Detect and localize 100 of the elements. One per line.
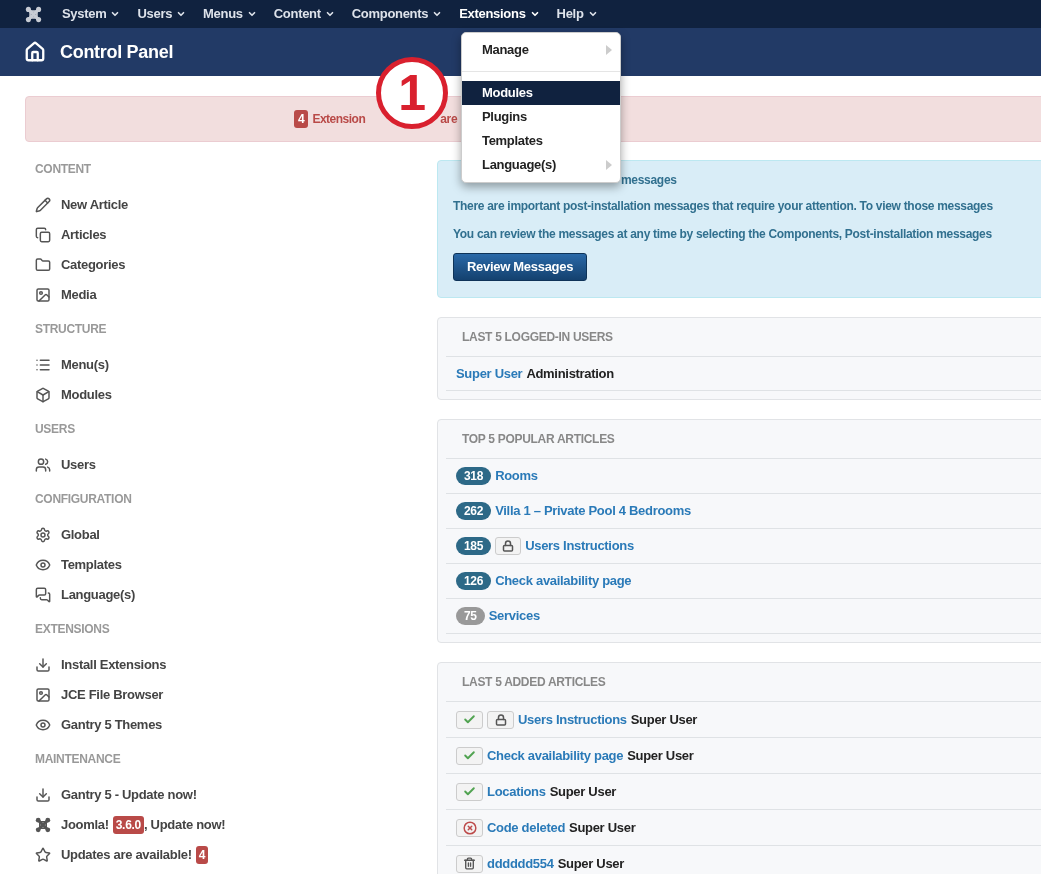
client-text: Administration: [526, 364, 614, 383]
check-icon: [463, 713, 476, 726]
star-icon: [35, 847, 51, 863]
message-text: There are important post-installation messages that require your attention. To view those messages: [453, 198, 994, 215]
nav-menu-item[interactable]: Components: [351, 4, 443, 24]
sidebar-link[interactable]: Updates are available!: [61, 845, 192, 865]
dropdown-item[interactable]: Plugins: [462, 105, 620, 129]
cube-icon: [35, 387, 51, 403]
article-link[interactable]: Code deleted: [487, 817, 566, 838]
lock-button[interactable]: [495, 537, 522, 555]
trash-icon: [463, 857, 476, 870]
author-text: Super User: [627, 746, 694, 765]
sidebar-link[interactable]: , Update now!: [143, 815, 226, 835]
count-badge: 4: [294, 110, 309, 128]
alert-text: Extension: [312, 111, 366, 128]
sidebar-link[interactable]: Menu(s): [61, 355, 109, 375]
dropdown-item[interactable]: Manage: [462, 38, 620, 62]
users-icon: [35, 457, 51, 473]
caret-icon: [176, 9, 187, 19]
dropdown-item[interactable]: Language(s): [462, 153, 620, 177]
sidebar-link[interactable]: Templates: [61, 555, 122, 575]
sidebar-link[interactable]: Media: [61, 285, 97, 305]
status-button[interactable]: [456, 746, 483, 765]
author-text: Super User: [549, 782, 617, 801]
article-link[interactable]: Check availability page: [487, 745, 624, 766]
section-heading: USERS: [35, 421, 76, 438]
article-link[interactable]: Rooms: [495, 466, 538, 486]
lock-icon: [502, 540, 515, 552]
message-title: messages: [621, 172, 677, 189]
section-heading: EXTENSIONS: [35, 621, 111, 638]
author-text: Super User: [557, 854, 624, 873]
settings-icon: [35, 527, 51, 543]
copy-icon: [35, 227, 51, 243]
article-link[interactable]: Villa 1 – Private Pool 4 Bedrooms: [495, 501, 691, 521]
x-circle-icon: [462, 820, 477, 835]
sidebar-link[interactable]: Language(s): [61, 585, 135, 605]
sidebar-link[interactable]: New Article: [61, 195, 129, 215]
author-text: Super User: [569, 818, 636, 837]
dropdown-item[interactable]: Modules: [462, 81, 620, 105]
caret-icon: [587, 9, 598, 19]
section-heading: CONFIGURATION: [35, 491, 133, 508]
sidebar-link[interactable]: Users: [61, 455, 96, 475]
panel-heading: LAST 5 LOGGED-IN USERS: [446, 318, 1041, 357]
article-link[interactable]: Users Instructions: [518, 709, 627, 730]
download-icon: [35, 787, 51, 803]
message-text: You can review the messages at any time by selecting the Components, Post-installation messages: [453, 226, 993, 243]
nav-menu-item[interactable]: Menus: [203, 4, 257, 24]
sidebar-link[interactable]: Joomla!: [61, 815, 109, 835]
eye-icon: [35, 557, 51, 573]
section-heading: CONTENT: [35, 161, 92, 178]
caret-icon: [529, 9, 540, 19]
caret-icon: [246, 9, 257, 19]
check-icon: [463, 749, 476, 762]
review-messages-button[interactable]: Review Messages: [453, 253, 588, 281]
sidebar-link[interactable]: Categories: [61, 255, 126, 275]
article-link[interactable]: dddddd554: [487, 853, 554, 874]
joomla-icon: [35, 817, 51, 833]
version-badge: 3.6.0: [112, 816, 144, 834]
eye-icon: [35, 717, 51, 733]
sidebar-link[interactable]: Modules: [61, 385, 112, 405]
folder-icon: [35, 257, 51, 273]
sidebar-link[interactable]: Install Extensions: [61, 655, 167, 675]
hits-badge: 262: [456, 502, 492, 520]
panel-heading: LAST 5 ADDED ARTICLES: [446, 663, 1041, 702]
download-icon: [35, 657, 51, 673]
status-button[interactable]: [456, 782, 483, 801]
list-icon: [35, 357, 51, 373]
user-link[interactable]: Super User: [456, 363, 523, 384]
nav-menu-item[interactable]: Help: [556, 4, 598, 24]
lock-button[interactable]: [487, 710, 514, 729]
caret-icon: [432, 9, 443, 19]
sidebar-link[interactable]: Gantry 5 Themes: [61, 715, 162, 735]
check-icon: [463, 785, 476, 798]
sidebar-link[interactable]: Articles: [61, 225, 107, 245]
hits-badge: 126: [456, 572, 492, 590]
sidebar-link[interactable]: Global: [61, 525, 100, 545]
lock-icon: [494, 713, 507, 726]
section-heading: MAINTENANCE: [35, 751, 122, 768]
sidebar-link[interactable]: JCE File Browser: [61, 685, 164, 705]
status-button[interactable]: [456, 818, 483, 837]
hits-badge: 75: [456, 607, 485, 625]
nav-menu-item[interactable]: Extensions: [459, 4, 540, 24]
dropdown-item[interactable]: Templates: [462, 129, 620, 153]
hits-badge: 318: [456, 467, 492, 485]
article-link[interactable]: Services: [488, 606, 540, 626]
article-link[interactable]: Users Instructions: [525, 536, 634, 556]
caret-icon: [110, 9, 121, 19]
article-link[interactable]: Check availability page: [495, 571, 632, 591]
status-button[interactable]: [456, 710, 483, 729]
panel-heading: TOP 5 POPULAR ARTICLES: [446, 420, 1041, 459]
article-link[interactable]: Locations: [487, 781, 546, 802]
author-text: Super User: [630, 710, 698, 729]
home-icon: [24, 41, 46, 63]
sidebar-link[interactable]: Gantry 5 - Update now!: [61, 785, 197, 805]
nav-menu-item[interactable]: Content: [273, 4, 335, 24]
hits-badge: 185: [456, 537, 492, 555]
section-heading: STRUCTURE: [35, 321, 108, 338]
nav-menu-item[interactable]: Users: [137, 4, 187, 24]
nav-menu-item[interactable]: System: [62, 4, 121, 24]
status-button[interactable]: [456, 854, 483, 873]
